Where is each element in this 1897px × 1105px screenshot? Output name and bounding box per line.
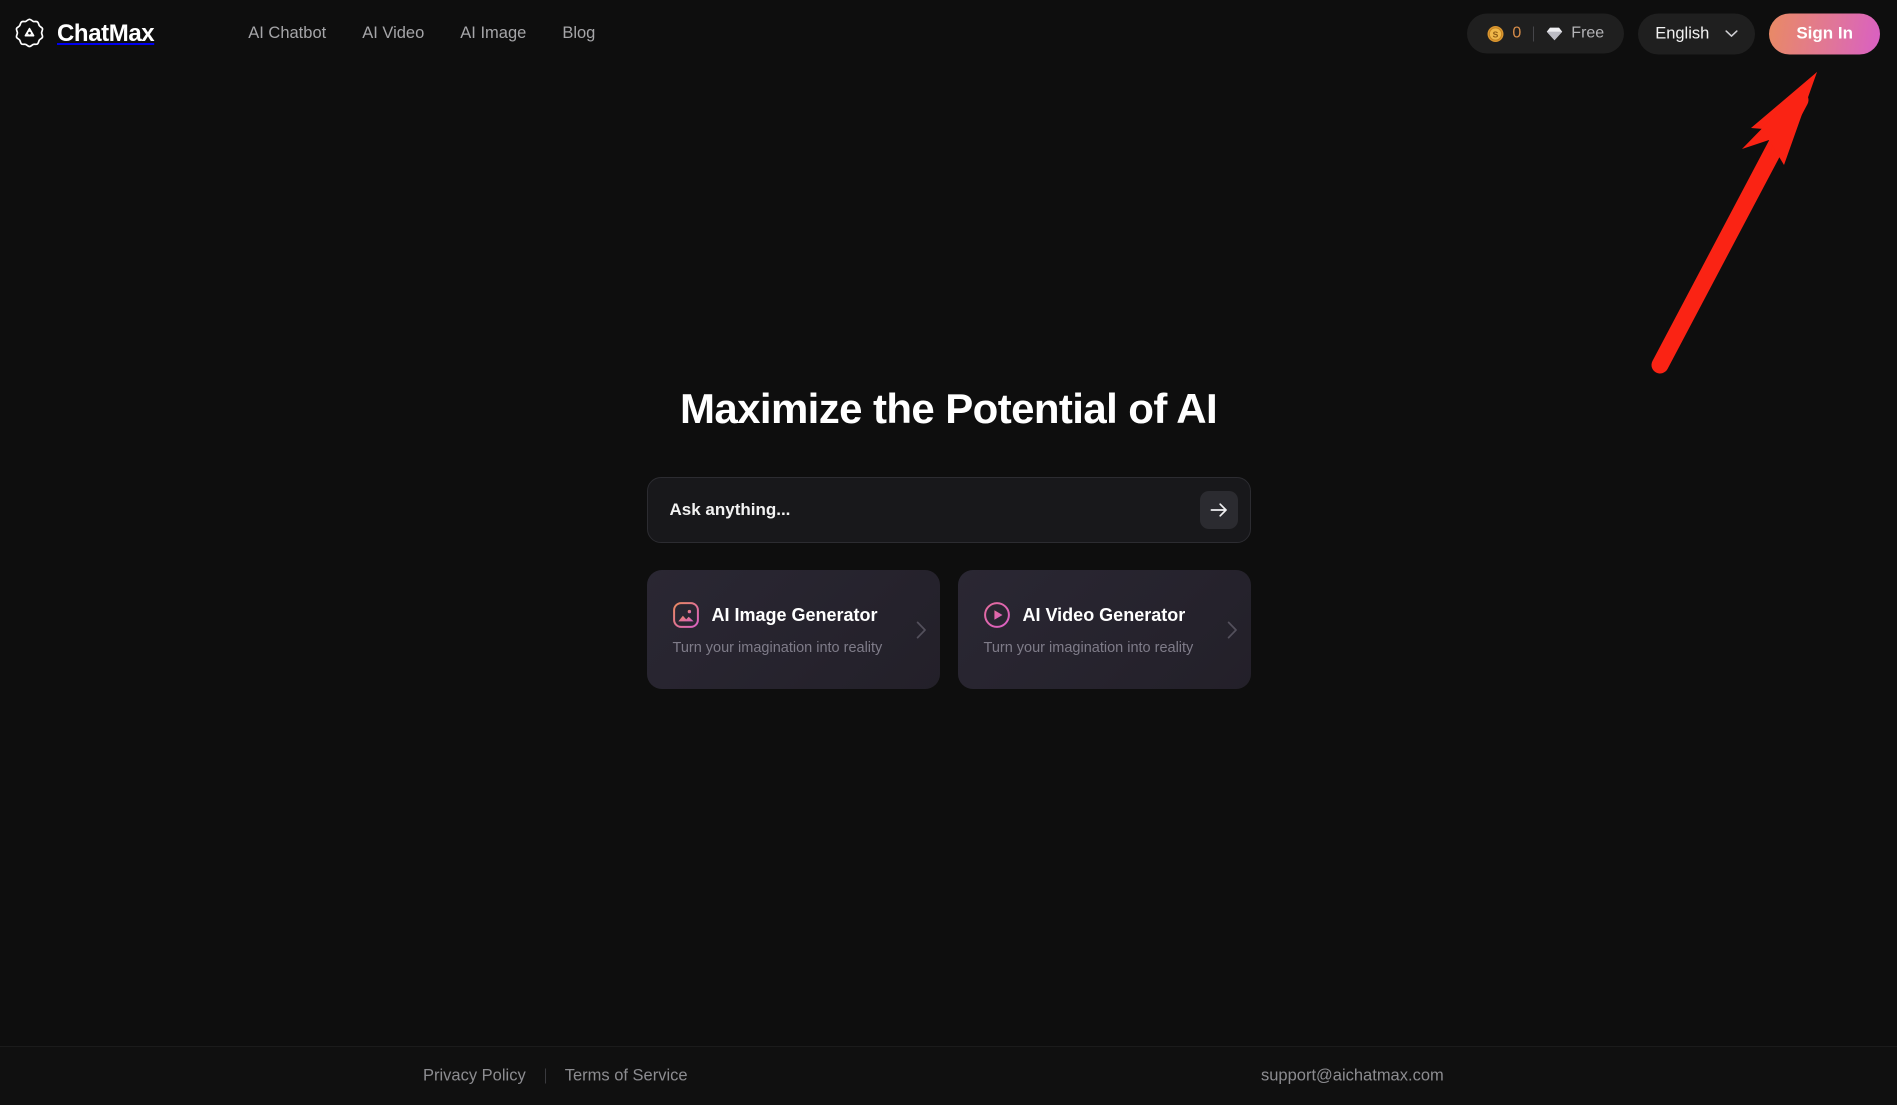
main-content: Maximize the Potential of AI Ask anythin… [0,67,1897,1046]
image-icon [672,602,699,628]
credits-pill[interactable]: S 0 Free [1467,13,1625,54]
plan-badge: Free [1546,25,1604,43]
ask-anything-box[interactable] [646,477,1251,543]
pill-divider [1533,26,1535,41]
credits-value: 0 [1512,24,1522,42]
card-title: AI Video Generator [1022,604,1186,625]
footer-divider [544,1068,546,1084]
card-ai-image-generator[interactable]: AI Image Generator Turn your imagination… [646,570,940,689]
chevron-down-icon [1725,30,1738,37]
card-title: AI Image Generator [711,604,878,625]
card-subtitle: Turn your imagination into reality [983,640,1194,656]
nav-ai-video[interactable]: AI Video [344,18,442,49]
gear-logo-icon [15,18,44,48]
play-circle-icon [983,602,1010,628]
svg-text:S: S [1493,29,1499,39]
card-subtitle: Turn your imagination into reality [672,640,883,656]
feature-cards: AI Image Generator Turn your imagination… [646,570,1251,689]
chevron-right-icon [1227,621,1237,638]
sign-in-button[interactable]: Sign In [1769,13,1880,54]
brand-logo-link[interactable]: ChatMax [13,17,155,50]
page-root: ChatMax AI Chatbot AI Video AI Image Blo… [0,0,1897,1105]
terms-of-service-link[interactable]: Terms of Service [565,1067,688,1086]
page-title: Maximize the Potential of AI [679,385,1218,432]
diamond-icon [1547,27,1563,40]
arrow-right-icon [1210,503,1227,517]
chevron-right-icon [916,621,926,638]
brand-name: ChatMax [57,19,155,47]
plan-label: Free [1571,24,1605,42]
ask-input[interactable] [669,478,1200,542]
nav-ai-image[interactable]: AI Image [442,18,544,49]
page-footer: Privacy Policy Terms of Service support@… [0,1046,1897,1105]
nav-blog[interactable]: Blog [544,18,613,49]
language-value: English [1655,24,1710,42]
coin-icon: S [1487,25,1504,42]
card-ai-video-generator[interactable]: AI Video Generator Turn your imagination… [957,570,1251,689]
card-header: AI Video Generator [983,602,1225,628]
ask-submit-button[interactable] [1199,491,1238,529]
footer-links: Privacy Policy Terms of Service [423,1067,688,1086]
support-email-link[interactable]: support@aichatmax.com [1261,1067,1444,1086]
top-header: ChatMax AI Chatbot AI Video AI Image Blo… [0,0,1897,67]
header-actions: S 0 Free English Sign In [1467,13,1880,54]
nav-ai-chatbot[interactable]: AI Chatbot [230,18,344,49]
credit-balance: S 0 [1487,25,1521,43]
privacy-policy-link[interactable]: Privacy Policy [423,1067,526,1086]
language-select[interactable]: English [1638,13,1756,54]
main-nav: AI Chatbot AI Video AI Image Blog [230,18,613,49]
card-header: AI Image Generator [672,602,914,628]
